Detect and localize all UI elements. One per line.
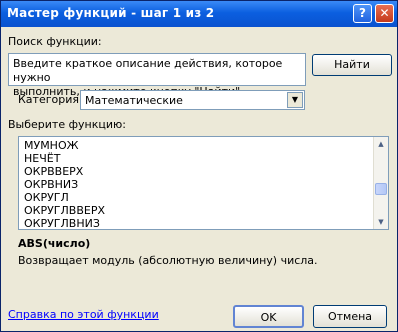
search-label: Поиск функции: xyxy=(8,35,102,48)
list-item[interactable]: ОКРВВЕРХ xyxy=(24,165,83,178)
title-bar[interactable]: Мастер функций - шаг 1 из 2 ? ✕ xyxy=(1,1,397,27)
search-text-line-1: Введите краткое описание действия, котор… xyxy=(13,57,283,84)
list-item[interactable]: НЕЧЁТ xyxy=(24,152,60,165)
category-value: Математические xyxy=(85,94,183,107)
find-button[interactable]: Найти xyxy=(312,54,392,76)
help-title-button[interactable]: ? xyxy=(353,4,372,23)
list-scrollbar[interactable]: ▲ ▼ xyxy=(373,137,388,229)
list-item[interactable]: ОКРУГЛВВЕРХ xyxy=(24,204,105,217)
function-description: Возвращает модуль (абсолютную величину) … xyxy=(18,254,318,267)
function-wizard-dialog: Мастер функций - шаг 1 из 2 ? ✕ Поиск фу… xyxy=(0,0,398,332)
list-item[interactable]: ОКРУГЛВНИЗ xyxy=(24,217,100,229)
cancel-button[interactable]: Отмена xyxy=(313,305,387,328)
function-name: ABS xyxy=(18,237,43,250)
ok-button[interactable]: OK xyxy=(233,305,304,328)
chevron-down-icon[interactable]: ▼ xyxy=(287,92,303,108)
scroll-thumb[interactable] xyxy=(375,183,387,195)
scroll-up-icon[interactable]: ▲ xyxy=(375,138,387,150)
list-item[interactable]: ОКРВНИЗ xyxy=(24,178,78,191)
window-title: Мастер функций - шаг 1 из 2 xyxy=(7,6,215,20)
function-list-label: Выберите функцию: xyxy=(8,118,126,131)
close-button[interactable]: ✕ xyxy=(375,4,394,23)
function-help-link[interactable]: Справка по этой функции xyxy=(8,308,159,321)
function-list[interactable]: МУМНОЖ НЕЧЁТ ОКРВВЕРХ ОКРВНИЗ ОКРУГЛ ОКР… xyxy=(18,136,389,230)
scroll-down-icon[interactable]: ▼ xyxy=(375,216,387,228)
category-select[interactable]: Математические ▼ xyxy=(80,90,305,110)
list-item[interactable]: МУМНОЖ xyxy=(24,139,78,152)
category-label: Категория: xyxy=(18,93,83,106)
list-item[interactable]: ОКРУГЛ xyxy=(24,191,69,204)
function-args: (число) xyxy=(42,237,91,250)
function-signature: ABS(число) xyxy=(18,237,90,250)
search-input[interactable]: Введите краткое описание действия, котор… xyxy=(8,53,306,98)
